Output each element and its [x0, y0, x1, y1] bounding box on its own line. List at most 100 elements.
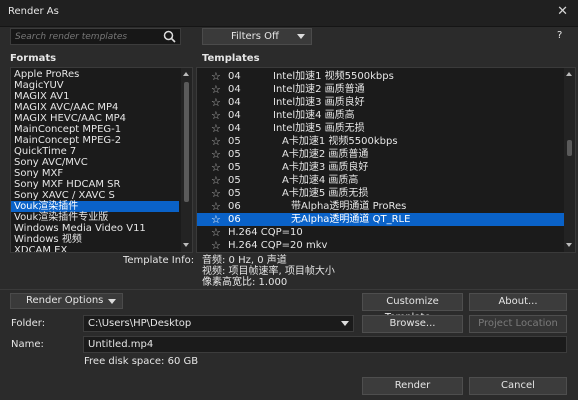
project-location-button[interactable]: Project Location — [469, 315, 567, 333]
star-icon[interactable]: ☆ — [211, 200, 221, 213]
folder-dropdown[interactable]: C:\Users\HP\Desktop — [83, 315, 354, 332]
format-item[interactable]: MagicYUV — [11, 80, 179, 91]
template-number: 05 — [228, 149, 241, 160]
cancel-button[interactable]: Cancel — [469, 377, 567, 395]
format-item[interactable]: Sony XAVC / XAVC S — [11, 190, 179, 201]
star-icon[interactable]: ☆ — [211, 213, 221, 226]
star-icon[interactable]: ☆ — [211, 122, 221, 135]
template-row[interactable]: ☆ 05 A卡加速3 画质良好 — [197, 161, 566, 174]
templates-header: Templates — [202, 53, 260, 64]
scroll-up-icon[interactable] — [566, 72, 572, 76]
star-icon[interactable]: ☆ — [211, 109, 221, 122]
format-item[interactable]: Sony MXF — [11, 168, 179, 179]
render-options-label: Render Options — [26, 295, 104, 306]
scroll-thumb[interactable] — [567, 140, 572, 156]
chevron-down-icon — [108, 299, 116, 304]
template-name: Intel加速1 视频5500kbps — [273, 71, 394, 82]
scroll-up-icon[interactable] — [183, 72, 189, 76]
format-item[interactable]: MAGIX AV1 — [11, 91, 179, 102]
search-icon[interactable] — [163, 30, 176, 46]
template-row[interactable]: ☆ 06 无Alpha透明通道 QT_RLE — [197, 213, 566, 226]
format-item[interactable]: Vouk渲染插件专业版 — [11, 212, 179, 223]
about-button[interactable]: About... — [469, 293, 567, 311]
filters-dropdown[interactable]: Filters Off — [202, 28, 312, 45]
template-info-label: Template Info: — [123, 255, 195, 266]
star-icon[interactable]: ☆ — [211, 187, 221, 200]
template-number: 05 — [228, 136, 241, 147]
template-info-line: 视频: 项目帧速率, 项目帧大小 — [202, 266, 335, 277]
template-row[interactable]: ☆ 04 Intel加速5 画质无损 — [197, 122, 566, 135]
scroll-thumb[interactable] — [184, 82, 189, 202]
template-number: 04 — [228, 123, 241, 134]
star-icon[interactable]: ☆ — [211, 135, 221, 148]
format-item[interactable]: QuickTime 7 — [11, 146, 179, 157]
template-number: 05 — [228, 188, 241, 199]
format-item[interactable]: Windows 视频 — [11, 234, 179, 245]
format-item[interactable]: XDCAM EX — [11, 245, 179, 252]
template-info-line: 像素高宽比: 1.000 — [202, 277, 288, 288]
star-icon[interactable]: ☆ — [211, 70, 221, 83]
format-item[interactable]: MAGIX AVC/AAC MP4 — [11, 102, 179, 113]
template-number: 05 — [228, 175, 241, 186]
template-row[interactable]: ☆ 04 Intel加速3 画质良好 — [197, 96, 566, 109]
format-item[interactable]: MAGIX HEVC/AAC MP4 — [11, 113, 179, 124]
format-item[interactable]: Sony AVC/MVC — [11, 157, 179, 168]
formats-scrollbar[interactable] — [181, 68, 192, 252]
window-title: Render As — [8, 6, 59, 17]
template-number: 04 — [228, 110, 241, 121]
scroll-down-icon[interactable] — [566, 243, 572, 247]
render-options-button[interactable]: Render Options — [10, 293, 123, 309]
template-info-line: 音频: 0 Hz, 0 声道 — [202, 255, 287, 266]
template-name: 带Alpha透明通道 ProRes — [291, 201, 407, 212]
customize-template-button[interactable]: Customize Template... — [362, 293, 463, 323]
templates-list: ☆ 04 Intel加速1 视频5500kbps ☆ 04 Intel加速2 画质普通 ☆ 0… — [196, 67, 576, 253]
template-row[interactable]: ☆ 04 Intel加速4 画质高 — [197, 109, 566, 122]
star-icon[interactable]: ☆ — [211, 96, 221, 109]
star-icon[interactable]: ☆ — [211, 226, 221, 239]
template-row[interactable]: ☆ 05 A卡加速4 画质高 — [197, 174, 566, 187]
title-bar — [0, 0, 578, 27]
template-name: A卡加速1 视频5500kbps — [282, 136, 398, 147]
template-name: Intel加速5 画质无损 — [273, 123, 365, 134]
scroll-down-icon[interactable] — [183, 243, 189, 247]
chevron-down-icon — [341, 321, 349, 326]
star-icon[interactable]: ☆ — [211, 174, 221, 187]
template-row[interactable]: ☆ H.264 CQP=20 mkv — [197, 239, 566, 252]
format-item[interactable]: MainConcept MPEG-1 — [11, 124, 179, 135]
template-name: Intel加速3 画质良好 — [273, 97, 365, 108]
template-row[interactable]: ☆ 04 Intel加速1 视频5500kbps — [197, 70, 566, 83]
star-icon[interactable]: ☆ — [211, 239, 221, 252]
close-icon[interactable]: ✕ — [557, 4, 568, 19]
template-number: 06 — [228, 201, 241, 212]
template-row[interactable]: ☆ 05 A卡加速5 画质无损 — [197, 187, 566, 200]
divider — [0, 289, 578, 290]
star-icon[interactable]: ☆ — [211, 161, 221, 174]
render-button[interactable]: Render — [362, 377, 463, 395]
template-row[interactable]: ☆ H.264 CQP=10 — [197, 226, 566, 239]
template-row[interactable]: ☆ 05 A卡加速1 视频5500kbps — [197, 135, 566, 148]
star-icon[interactable]: ☆ — [211, 148, 221, 161]
template-row[interactable]: ☆ 05 A卡加速2 画质普通 — [197, 148, 566, 161]
template-name: Intel加速2 画质普通 — [273, 84, 365, 95]
format-item[interactable]: Apple ProRes — [11, 69, 179, 80]
templates-scrollbar[interactable] — [564, 68, 575, 252]
template-name: A卡加速3 画质良好 — [282, 162, 369, 173]
template-name: A卡加速4 画质高 — [282, 175, 359, 186]
template-number: 04 — [228, 71, 241, 82]
format-item[interactable]: Windows Media Video V11 — [11, 223, 179, 234]
folder-label: Folder: — [11, 318, 46, 329]
browse-button[interactable]: Browse... — [362, 315, 463, 333]
template-row[interactable]: ☆ 06 带Alpha透明通道 ProRes — [197, 200, 566, 213]
name-field[interactable]: Untitled.mp4 — [83, 336, 567, 353]
template-number: 05 — [228, 162, 241, 173]
star-icon[interactable]: ☆ — [211, 83, 221, 96]
template-name: H.264 CQP=10 — [228, 227, 303, 238]
template-row[interactable]: ☆ 04 Intel加速2 画质普通 — [197, 83, 566, 96]
format-item[interactable]: Vouk渲染插件 — [11, 201, 179, 212]
search-input[interactable] — [15, 31, 155, 43]
format-item[interactable]: MainConcept MPEG-2 — [11, 135, 179, 146]
help-icon[interactable]: ? — [557, 30, 562, 41]
name-value: Untitled.mp4 — [88, 339, 154, 350]
free-disk-space: Free disk space: 60 GB — [84, 356, 199, 367]
format-item[interactable]: Sony MXF HDCAM SR — [11, 179, 179, 190]
